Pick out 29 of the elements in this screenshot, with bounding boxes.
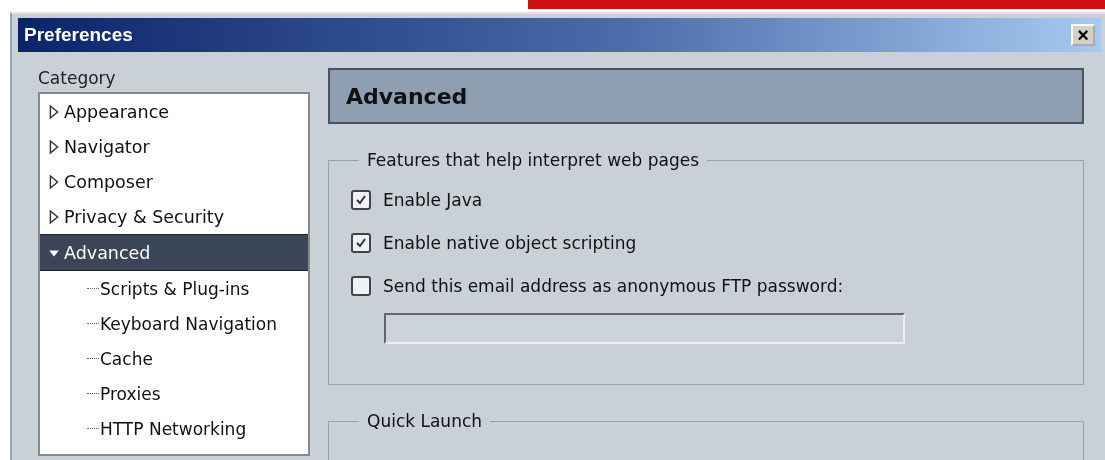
check-icon — [355, 193, 367, 206]
expand-triangle-icon[interactable] — [48, 173, 60, 190]
group-legend: Features that help interpret web pages — [359, 150, 707, 170]
window-title: Preferences — [24, 24, 133, 46]
checkbox-option[interactable]: Enable native object scripting — [351, 221, 1065, 264]
tree-item[interactable]: Keyboard Navigation — [40, 306, 308, 341]
expand-triangle-icon[interactable] — [48, 138, 60, 155]
category-label: Category — [38, 68, 117, 88]
close-button[interactable]: × — [1071, 24, 1095, 46]
checkbox-option[interactable]: Send this email address as anonymous FTP password: — [351, 264, 1065, 307]
tree-item[interactable]: Advanced — [40, 234, 308, 271]
checkbox[interactable] — [351, 275, 371, 296]
tree-item[interactable]: Scripts & Plug-ins — [40, 271, 308, 306]
check-icon — [355, 236, 367, 249]
checkbox[interactable] — [351, 189, 371, 210]
tree-item[interactable]: Proxies — [40, 376, 308, 411]
panel-header: Advanced — [328, 68, 1084, 124]
tree-item[interactable]: Appearance — [40, 94, 308, 129]
tree-item[interactable]: Navigator — [40, 129, 308, 164]
input-field[interactable] — [384, 313, 905, 344]
checkbox[interactable] — [351, 232, 371, 253]
expand-triangle-icon[interactable] — [48, 208, 60, 225]
group-legend: Quick Launch — [359, 411, 491, 431]
checkbox-option[interactable]: Enable Java — [351, 178, 1065, 221]
tree-item[interactable]: Privacy & Security — [40, 199, 308, 234]
tree-item[interactable]: Cache — [40, 341, 308, 376]
tree-item[interactable]: Composer — [40, 164, 308, 199]
expand-triangle-icon[interactable] — [48, 103, 60, 120]
tree-item[interactable]: HTTP Networking — [40, 411, 308, 446]
